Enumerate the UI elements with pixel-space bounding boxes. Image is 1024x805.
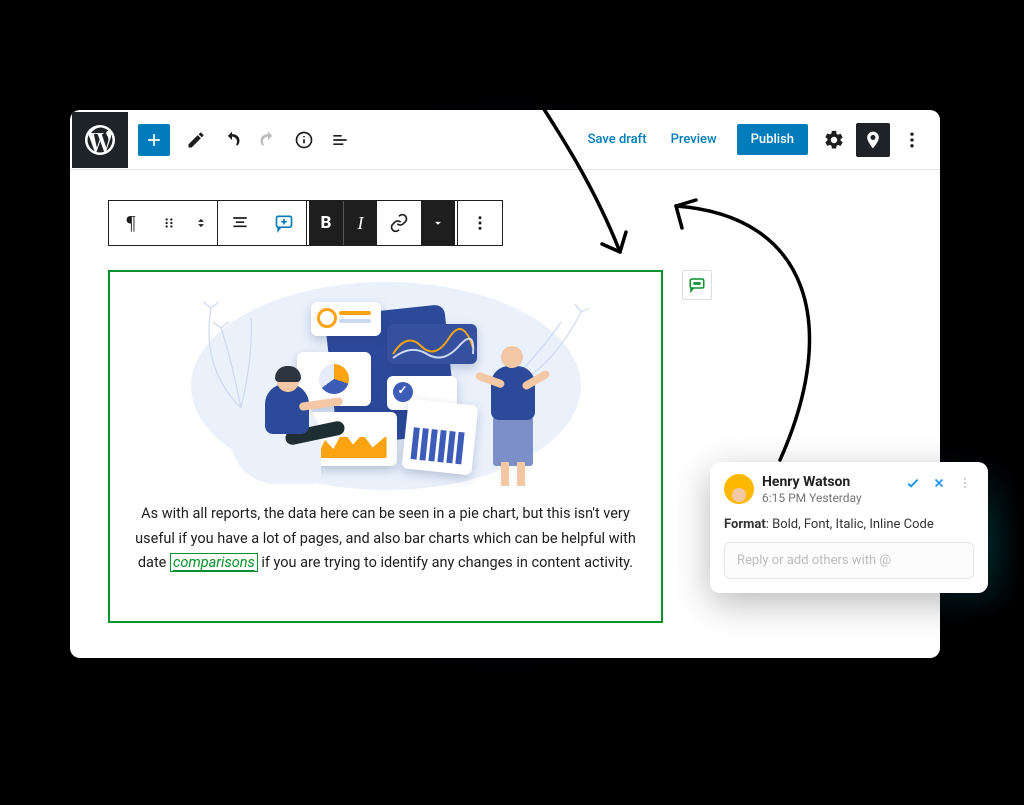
comment-reply-input[interactable]: Reply or add others with @ bbox=[724, 542, 974, 579]
preview-button[interactable]: Preview bbox=[659, 124, 729, 155]
kebab-icon bbox=[958, 476, 972, 490]
move-block-button[interactable] bbox=[185, 201, 217, 245]
wordpress-logo[interactable] bbox=[72, 112, 128, 168]
plus-icon bbox=[144, 130, 164, 150]
publish-button[interactable]: Publish bbox=[737, 124, 808, 155]
paragraph-text[interactable]: As with all reports, the data here can b… bbox=[110, 496, 661, 588]
block-toolbar: ¶ B I bbox=[108, 200, 502, 246]
undo-button[interactable] bbox=[216, 124, 248, 156]
location-pin-icon bbox=[863, 130, 883, 150]
comment-body: Format: Bold, Font, Italic, Inline Code bbox=[724, 517, 974, 532]
add-comment-button[interactable] bbox=[262, 201, 306, 245]
drag-icon bbox=[162, 216, 176, 230]
dismiss-comment-button[interactable] bbox=[930, 474, 948, 492]
plugin-button[interactable] bbox=[856, 123, 890, 157]
italic-button[interactable]: I bbox=[343, 201, 377, 245]
kebab-icon bbox=[902, 130, 922, 150]
edit-mode-button[interactable] bbox=[180, 124, 212, 156]
content-illustration bbox=[191, 282, 581, 490]
list-icon bbox=[330, 130, 350, 150]
comment-timestamp: 6:15 PM Yesterday bbox=[762, 491, 862, 505]
more-menu-button[interactable] bbox=[896, 124, 928, 156]
info-button[interactable] bbox=[288, 124, 320, 156]
annotation-arrow bbox=[460, 0, 660, 280]
info-icon bbox=[294, 130, 314, 150]
annotation-arrow bbox=[640, 186, 850, 476]
more-formatting-button[interactable] bbox=[421, 201, 455, 245]
redo-icon bbox=[258, 130, 278, 150]
italic-icon: I bbox=[358, 213, 364, 234]
link-button[interactable] bbox=[377, 201, 421, 245]
chevron-down-icon bbox=[431, 216, 445, 230]
selected-paragraph-block[interactable]: As with all reports, the data here can b… bbox=[108, 270, 663, 623]
chevrons-vertical-icon bbox=[194, 214, 208, 232]
highlighted-word[interactable]: comparisons bbox=[170, 553, 258, 572]
comment-body-value: : Bold, Font, Italic, Inline Code bbox=[766, 517, 934, 532]
redo-button[interactable] bbox=[252, 124, 284, 156]
settings-button[interactable] bbox=[818, 124, 850, 156]
comment-author: Henry Watson bbox=[762, 474, 862, 490]
paragraph-text-after: if you are trying to identify any change… bbox=[258, 554, 633, 571]
paragraph-block-button[interactable]: ¶ bbox=[109, 201, 153, 245]
undo-icon bbox=[222, 130, 242, 150]
resolve-comment-button[interactable] bbox=[904, 474, 922, 492]
pencil-icon bbox=[186, 130, 206, 150]
comment-body-label: Format bbox=[724, 517, 766, 532]
avatar bbox=[724, 474, 754, 504]
close-icon bbox=[932, 476, 946, 490]
pilcrow-icon: ¶ bbox=[126, 212, 135, 235]
wordpress-icon bbox=[82, 122, 118, 158]
comment-plus-icon bbox=[274, 213, 294, 233]
comment-menu-button[interactable] bbox=[956, 474, 974, 492]
drag-handle[interactable] bbox=[153, 201, 185, 245]
align-center-icon bbox=[230, 213, 250, 233]
outline-button[interactable] bbox=[324, 124, 356, 156]
bold-button[interactable]: B bbox=[309, 201, 343, 245]
gear-icon bbox=[823, 129, 845, 151]
link-icon bbox=[389, 213, 409, 233]
add-block-button[interactable] bbox=[138, 124, 170, 156]
bold-icon: B bbox=[321, 213, 332, 233]
check-icon bbox=[905, 475, 921, 491]
comment-card: Henry Watson 6:15 PM Yesterday Format: B… bbox=[710, 462, 988, 593]
align-button[interactable] bbox=[218, 201, 262, 245]
